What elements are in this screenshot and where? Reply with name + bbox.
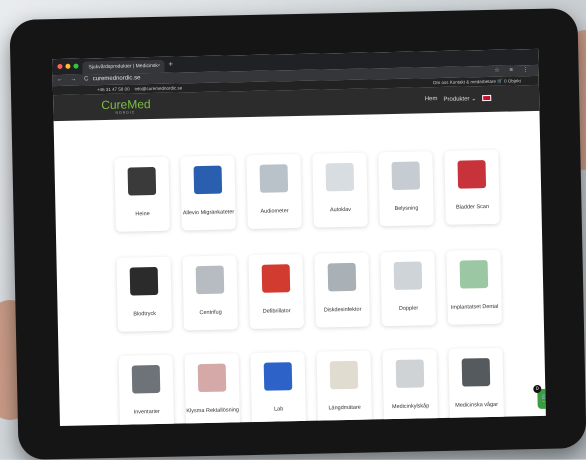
product-image xyxy=(457,160,487,189)
product-card[interactable]: Inventarier xyxy=(118,354,175,427)
product-label: Diskdesinfektor xyxy=(323,306,362,314)
language-flag-icon[interactable] xyxy=(482,94,492,102)
product-label: Allevio Migränkateter xyxy=(182,209,235,217)
browser-tools-icon[interactable]: ☆ ≡ ⋮ xyxy=(494,65,532,77)
product-label: Inventarier xyxy=(133,408,160,416)
product-card[interactable]: Audiometer xyxy=(246,153,302,230)
product-card[interactable]: Bladder Scan xyxy=(444,149,500,225)
product-card[interactable]: Centrifug xyxy=(182,255,238,331)
new-tab-button[interactable]: + xyxy=(168,60,173,70)
maximize-window-icon[interactable] xyxy=(73,63,79,69)
product-image xyxy=(325,162,355,192)
close-window-icon[interactable] xyxy=(57,63,63,70)
product-card[interactable]: Defibrillator xyxy=(248,253,304,330)
product-card[interactable]: Belysning xyxy=(378,151,434,227)
product-label: Klysma Rektallösning xyxy=(186,407,240,415)
product-card[interactable]: Längdmätare xyxy=(316,350,373,426)
product-image xyxy=(263,362,293,391)
tablet-device: Sjukvårdsprodukter | Medicinsk × + ← → C… xyxy=(9,8,586,460)
tablet-screen: Sjukvårdsprodukter | Medicinsk × + ← → C… xyxy=(52,48,546,427)
product-card[interactable]: Doppler xyxy=(380,251,436,327)
product-label: Centrifug xyxy=(199,309,222,317)
product-image xyxy=(329,360,359,390)
product-card[interactable]: Implantatset Dental xyxy=(446,249,502,325)
basket-icon: 🛒 xyxy=(541,392,546,404)
product-image xyxy=(393,261,423,290)
window-controls[interactable] xyxy=(57,63,79,70)
product-image xyxy=(391,161,421,191)
email-link[interactable]: info@curemednordic.se xyxy=(135,85,183,91)
product-card[interactable]: Medicinska vågar xyxy=(448,347,504,423)
product-label: Blodtryck xyxy=(133,310,157,318)
product-label: Audiometer xyxy=(260,208,289,215)
product-label: Defibrillator xyxy=(262,308,291,315)
product-image xyxy=(129,266,159,296)
product-label: Belysning xyxy=(394,205,419,212)
product-image xyxy=(127,166,157,196)
product-image xyxy=(461,358,491,387)
product-card[interactable]: Autoklav xyxy=(312,152,368,228)
product-card[interactable]: Heine xyxy=(114,156,170,232)
product-label: Bladder Scan xyxy=(455,203,490,211)
product-label: Doppler xyxy=(398,305,419,312)
phone-link[interactable]: +46 31 47 58 00 xyxy=(97,86,130,92)
product-image xyxy=(197,363,227,393)
product-label: Medicinkylskåp xyxy=(391,403,430,411)
product-image xyxy=(195,265,225,295)
menu-products[interactable]: Produkter ⌄ xyxy=(443,95,476,103)
product-card[interactable]: Allevio Migränkateter xyxy=(180,155,236,231)
product-image xyxy=(327,262,357,292)
product-image xyxy=(395,359,425,388)
product-label: Lab xyxy=(274,406,284,413)
product-label: Medicinska vågar xyxy=(455,401,499,409)
product-image xyxy=(459,260,489,289)
product-card[interactable]: Blodtryck xyxy=(116,256,172,332)
main-menu: Hem Produkter ⌄ xyxy=(425,94,492,103)
product-label: Längdmätare xyxy=(328,404,361,412)
menu-home[interactable]: Hem xyxy=(425,96,438,103)
product-image xyxy=(261,264,291,293)
product-card[interactable]: Medicinkylskåp xyxy=(382,349,438,425)
product-label: Implantatset Dental xyxy=(450,303,499,311)
product-image xyxy=(131,364,161,394)
minimize-window-icon[interactable] xyxy=(65,63,71,69)
product-card[interactable]: Lab xyxy=(250,351,307,427)
product-card[interactable]: Diskdesinfektor xyxy=(314,252,370,328)
product-label: Autoklav xyxy=(329,206,352,214)
product-card[interactable]: Klysma Rektallösning xyxy=(184,353,241,427)
nav-buttons[interactable]: ← → C xyxy=(57,74,92,86)
product-image xyxy=(193,165,223,195)
tab-close-icon[interactable]: × xyxy=(157,60,160,73)
product-label: Heine xyxy=(135,211,150,218)
site-logo-sub: NORDIC xyxy=(115,110,136,115)
tab-title: Sjukvårdsprodukter | Medicinsk xyxy=(88,62,158,71)
product-image xyxy=(259,164,289,193)
